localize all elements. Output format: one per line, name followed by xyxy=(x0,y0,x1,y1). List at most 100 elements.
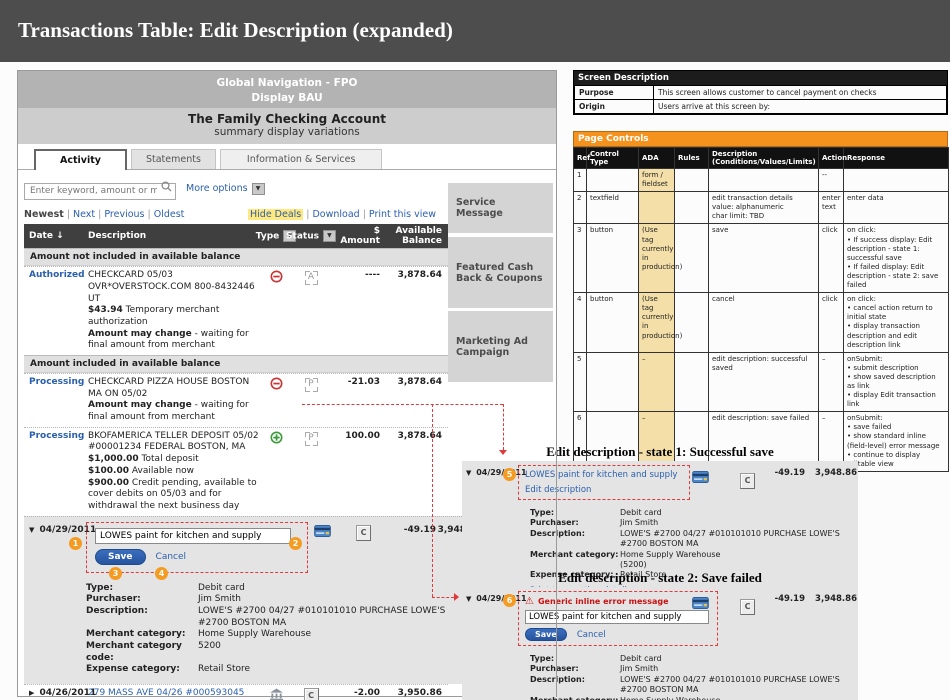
amount-highlight: $43.94 xyxy=(88,305,123,315)
saved-description-link[interactable]: LOWES paint for kitchen and supply xyxy=(525,470,677,480)
table-row: ▶ 04/26/2011 279 MASS AVE 04/26 #0005930… xyxy=(24,684,448,700)
pc-cell: (Use tag currently in production) xyxy=(639,293,675,353)
list-controls-top: Newest|Next|Previous|Oldest Hide Deals|D… xyxy=(18,202,442,224)
collapse-icon[interactable]: ▼ xyxy=(466,469,471,477)
pc-cell: on click: • If success display: Edit des… xyxy=(844,224,949,293)
save-button[interactable]: Save xyxy=(525,628,567,641)
saved-description-box: LOWES paint for kitchen and supply Edit … xyxy=(518,465,690,500)
desc-text: Available now xyxy=(129,466,194,476)
row-amount: -49.19 xyxy=(757,594,805,604)
more-options-link[interactable]: More options xyxy=(186,183,248,194)
cancel-link[interactable]: Cancel xyxy=(156,552,187,562)
row-status-link[interactable]: Authorized xyxy=(29,270,85,280)
row-amount: -2.00 xyxy=(332,688,386,698)
service-message-box: Service Message xyxy=(448,183,553,233)
connector-line xyxy=(432,404,433,597)
state1-title: Edit description - state 1: Successful s… xyxy=(462,444,858,460)
pc-cell: button xyxy=(587,224,639,293)
pc-cell xyxy=(844,169,949,192)
col-status: Status xyxy=(286,231,319,241)
panel-border-artifact xyxy=(556,440,557,697)
pc-cell xyxy=(709,169,819,192)
save-button[interactable]: Save xyxy=(95,549,146,565)
pc-cell: onSubmit: • submit description • show sa… xyxy=(844,352,949,412)
row-balance: 3,948.86 xyxy=(807,594,857,604)
pager-previous[interactable]: Previous xyxy=(104,209,144,220)
detail-row: Merchant category code:5200 xyxy=(86,641,462,664)
pager-newest[interactable]: Newest xyxy=(24,209,64,220)
pc-cell: form / fieldset xyxy=(639,169,675,192)
print-view-link[interactable]: Print this view xyxy=(369,209,436,220)
collapse-icon[interactable]: ▼ xyxy=(29,526,34,534)
row-status-link[interactable]: Processing xyxy=(29,431,84,441)
marketing-ad-box: Marketing Ad Campaign xyxy=(448,311,553,382)
section-included: Amount included in available balance xyxy=(24,355,448,373)
hide-deals-link[interactable]: Hide Deals xyxy=(248,209,303,220)
edit-description-input[interactable] xyxy=(525,610,709,624)
pc-header: ADA xyxy=(639,148,675,169)
sd-label: Origin xyxy=(575,100,654,114)
inline-error-message: Generic inline error message xyxy=(538,597,669,606)
screen-description-table: Screen Description PurposeThis screen al… xyxy=(573,70,948,115)
pc-cell: 5 xyxy=(574,352,587,412)
collapse-icon[interactable]: ▼ xyxy=(466,595,471,603)
pc-header: Ref xyxy=(574,148,587,169)
callout-4: 4 xyxy=(155,567,168,580)
callout-2: 2 xyxy=(289,537,302,550)
pc-cell: button xyxy=(587,293,639,353)
pc-header: Control Type xyxy=(587,148,639,169)
pc-header: Description (Conditions/Values/Limits) xyxy=(709,148,819,169)
pc-cell xyxy=(675,352,709,412)
status-cleared-icon: C xyxy=(740,473,755,489)
row-balance: 3,948.86 xyxy=(807,468,857,478)
account-subtitle: summary display variations xyxy=(18,126,556,138)
detail-row: Merchant category:Home Supply Warehouse xyxy=(86,629,462,641)
pc-cell: 3 xyxy=(574,224,587,293)
col-date[interactable]: Date xyxy=(29,231,53,241)
pc-cell xyxy=(675,169,709,192)
table-row: Processing BKOFAMERICA TELLER DEPOSIT 05… xyxy=(24,427,448,516)
edit-description-link[interactable]: Edit description xyxy=(525,485,683,495)
pager-oldest[interactable]: Oldest xyxy=(154,209,185,220)
detail-row: Purchaser:Jim Smith xyxy=(86,594,462,606)
col-balance: Available Balance xyxy=(386,226,448,247)
pc-cell xyxy=(675,293,709,353)
cancel-link[interactable]: Cancel xyxy=(577,630,606,640)
pager-next[interactable]: Next xyxy=(73,209,95,220)
transaction-link[interactable]: 279 MASS AVE 04/26 #000593045 WITHDRWL 2… xyxy=(88,688,260,700)
edit-description-input[interactable] xyxy=(95,528,291,544)
table-row: Processing CHECKCARD PIZZA HOUSE BOSTON … xyxy=(24,373,448,427)
transaction-details: Type:Debit cardPurchaser:Jim SmithDescri… xyxy=(86,583,462,677)
sort-desc-icon[interactable]: ↓ xyxy=(56,231,64,241)
transaction-rows: ▶ 04/26/2011 279 MASS AVE 04/26 #0005930… xyxy=(24,684,448,700)
status-cleared-icon: C xyxy=(356,525,371,541)
connector-line xyxy=(432,597,454,598)
connector-line xyxy=(302,404,503,405)
tab-activity[interactable]: Activity xyxy=(34,149,127,170)
more-options-dropdown-icon[interactable]: ▼ xyxy=(252,183,265,195)
row-date[interactable]: ▶ 04/26/2011 xyxy=(24,688,86,698)
amount-may-change: Amount may change xyxy=(88,400,192,410)
pc-cell: – xyxy=(819,352,844,412)
download-link[interactable]: Download xyxy=(312,209,359,220)
tab-information-services[interactable]: Information & Services xyxy=(220,149,383,169)
pc-cell: (Use tag currently in production) xyxy=(639,224,675,293)
row-amount: ---- xyxy=(332,270,386,280)
col-description: Description xyxy=(86,231,262,241)
pc-cell: edit transaction details value: alphanum… xyxy=(709,192,819,224)
row-amount: -21.03 xyxy=(332,377,386,387)
search-input[interactable] xyxy=(24,183,176,200)
row-balance: 3,878.64 xyxy=(386,270,448,280)
tab-statements[interactable]: Statements xyxy=(131,149,216,169)
pc-cell xyxy=(675,224,709,293)
plus-circle-icon xyxy=(270,437,283,447)
page-controls-table: Page Controls RefControl TypeADARulesDes… xyxy=(573,131,948,472)
pc-header: Action xyxy=(819,148,844,169)
credit-card-icon xyxy=(692,594,709,613)
pc-cell: 1 xyxy=(574,169,587,192)
pc-cell: textfield xyxy=(587,192,639,224)
pc-cell: click xyxy=(819,224,844,293)
row-status-link[interactable]: Processing xyxy=(29,377,84,387)
detail-row: Type:Debit card xyxy=(530,654,858,664)
callout-5: 5 xyxy=(503,468,516,481)
